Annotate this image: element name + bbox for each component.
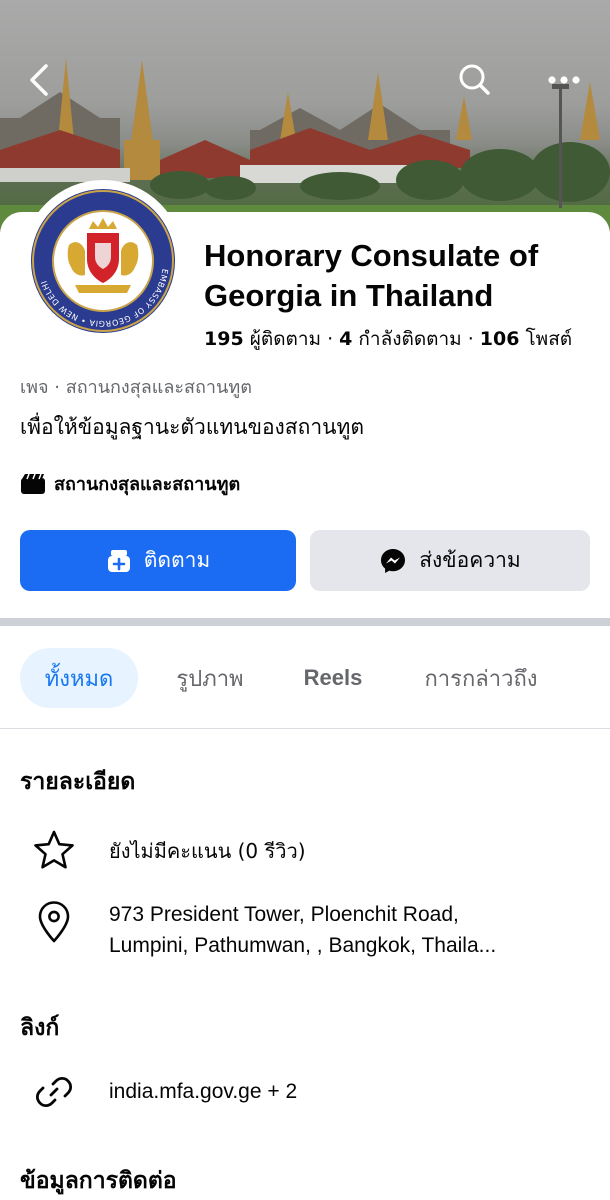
link-icon (32, 1070, 76, 1114)
location-pin-icon (32, 900, 76, 944)
tab-all[interactable]: ทั้งหมด (20, 648, 138, 708)
follow-button[interactable]: ติดตาม (20, 530, 296, 591)
address-line-2[interactable]: Lumpini, Pathumwan, , Bangkok, Thaila... (109, 930, 496, 961)
search-button[interactable] (452, 58, 496, 102)
posts-label: โพสต์ (525, 328, 573, 350)
followers-label[interactable]: ผู้ติดตาม (250, 328, 321, 350)
page-title: Honorary Consulate of Georgia in Thailan… (204, 238, 539, 313)
tab-photos[interactable]: รูปภาพ (158, 648, 262, 708)
more-horizontal-icon (548, 76, 580, 84)
follow-page-icon (107, 549, 130, 572)
follow-button-label: ติดตาม (143, 548, 211, 572)
back-button[interactable] (18, 58, 62, 102)
contact-title: ข้อมูลการติดต่อ (20, 1168, 177, 1194)
address-line-1[interactable]: 973 President Tower, Ploenchit Road, (109, 899, 459, 930)
tab-mentions[interactable]: การกล่าวถึง (404, 648, 558, 708)
rating-text[interactable]: ยังไม่มีคะแนน (0 รีวิว) (109, 836, 306, 867)
details-title: รายละเอียด (20, 769, 136, 795)
messenger-icon (381, 548, 406, 573)
message-button[interactable]: ส่งข้อความ (310, 530, 590, 591)
category-line-label: สถานกงสุลและสถานทูต (54, 474, 241, 495)
page-category: เพจ · สถานกงสุลและสถานทูต (20, 377, 252, 398)
following-label[interactable]: กำลังติดตาม (358, 328, 461, 350)
website-link[interactable]: india.mfa.gov.ge + 2 (109, 1076, 297, 1107)
message-button-label: ส่งข้อความ (419, 548, 521, 572)
separator-dot: · (467, 328, 474, 350)
following-count[interactable]: 4 (339, 328, 352, 350)
links-title: ลิงก์ (20, 1015, 60, 1041)
page-stats: 195 ผู้ติดตาม · 4 กำลังติดตาม · 106 โพสต์ (204, 325, 572, 353)
profile-tabs: ทั้งหมด รูปภาพ Reels การกล่าวถึง (0, 626, 610, 729)
chevron-left-icon (30, 64, 48, 96)
search-icon (459, 64, 490, 95)
page-bio: เพื่อให้ข้อมูลฐานะตัวแทนของสถานทูต (20, 415, 364, 439)
clapperboard-icon (21, 473, 45, 494)
avatar[interactable]: EMBASSY OF GEORGIA • NEW DELHI (22, 180, 184, 342)
posts-count: 106 (479, 328, 520, 350)
more-button[interactable] (542, 58, 586, 102)
tabs-divider (0, 728, 610, 729)
category-line: สถานกงสุลและสถานทูต (20, 469, 240, 498)
tab-reels[interactable]: Reels (283, 648, 383, 708)
separator-dot: · (327, 328, 334, 350)
star-icon (32, 828, 76, 872)
followers-count[interactable]: 195 (204, 328, 244, 350)
embassy-seal-logo: EMBASSY OF GEORGIA • NEW DELHI (31, 189, 175, 333)
section-separator (0, 618, 610, 626)
